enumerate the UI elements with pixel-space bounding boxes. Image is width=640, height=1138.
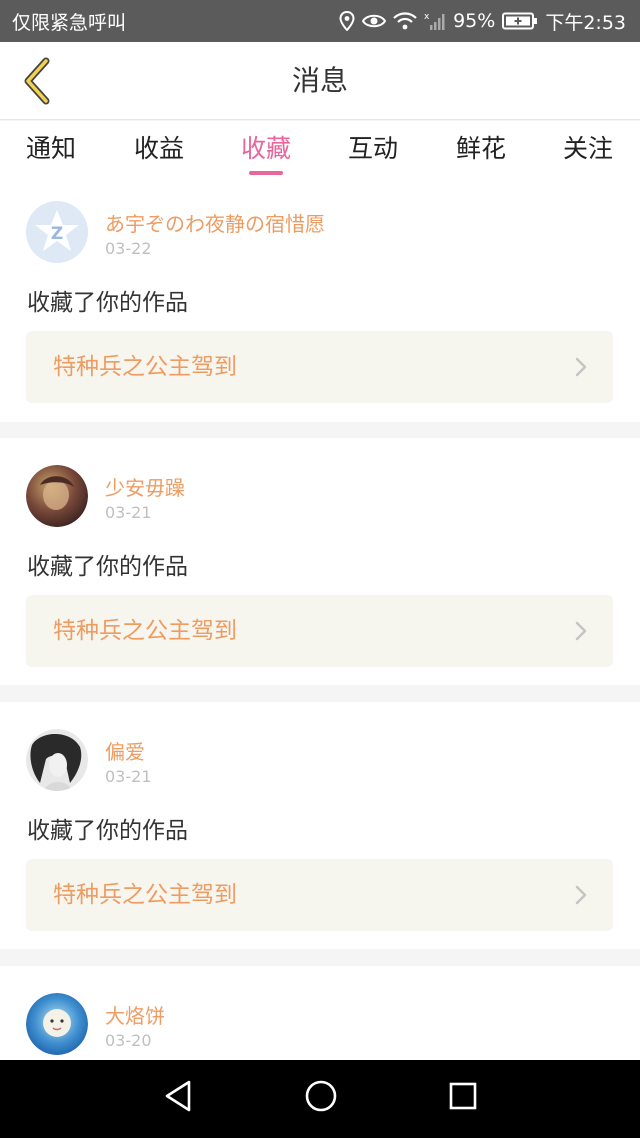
chevron-right-icon <box>575 357 587 377</box>
svg-text:x: x <box>424 12 430 22</box>
tab-label: 收益 <box>133 134 184 163</box>
work-link[interactable]: 特种兵之公主驾到 <box>26 595 613 667</box>
username[interactable]: 大烙饼 <box>105 1000 165 1029</box>
action-text: 收藏了你的作品 <box>27 290 188 316</box>
default-avatar-icon: Z <box>26 201 88 263</box>
tab-label: 收藏 <box>240 134 291 163</box>
work-title: 特种兵之公主驾到 <box>53 618 237 644</box>
clock: 下午2:53 <box>545 11 626 34</box>
tab-label: 通知 <box>25 134 76 163</box>
tab-bar: 通知 收益 收藏 互动 鲜花 关注 <box>0 121 640 182</box>
tab-notifications[interactable]: 通知 <box>1 121 101 182</box>
active-tab-indicator <box>249 171 283 175</box>
avatar[interactable] <box>26 729 88 791</box>
tab-label: 关注 <box>562 134 613 163</box>
username[interactable]: 偏爱 <box>105 736 145 765</box>
tab-flowers[interactable]: 鲜花 <box>431 121 531 182</box>
recents-square-icon[interactable] <box>448 1079 478 1113</box>
username[interactable]: 少安毋躁 <box>105 472 185 501</box>
list-item: 大烙饼 03-20 <box>0 966 640 1060</box>
location-icon <box>339 11 355 31</box>
work-link[interactable]: 特种兵之公主驾到 <box>26 859 613 931</box>
user-photo <box>26 465 88 527</box>
status-bar: 仅限紧急呼叫 x 95% 下午2:53 <box>0 0 640 42</box>
tab-label: 互动 <box>347 134 398 163</box>
chevron-right-icon <box>575 621 587 641</box>
battery-icon <box>502 12 538 30</box>
action-text: 收藏了你的作品 <box>27 818 188 844</box>
date: 03-21 <box>105 503 152 522</box>
carrier-text: 仅限紧急呼叫 <box>12 11 127 34</box>
tab-earnings[interactable]: 收益 <box>109 121 209 182</box>
battery-percent: 95% <box>453 10 496 32</box>
title-bar: 消息 <box>0 42 640 120</box>
eye-icon <box>362 14 387 28</box>
username[interactable]: あ宇ぞのわ夜静の宿惜愿 <box>105 208 325 237</box>
system-nav-bar <box>0 1060 640 1138</box>
home-circle-icon[interactable] <box>304 1079 338 1113</box>
signal-icon: x <box>424 12 445 30</box>
svg-text:Z: Z <box>51 224 63 244</box>
list-item: Z あ宇ぞのわ夜静の宿惜愿 03-22 收藏了你的作品 特种兵之公主驾到 <box>0 182 640 422</box>
work-title: 特种兵之公主驾到 <box>53 354 237 380</box>
list-item: 偏爱 03-21 收藏了你的作品 特种兵之公主驾到 <box>0 702 640 949</box>
date: 03-21 <box>105 767 152 786</box>
tab-label: 鲜花 <box>455 134 506 163</box>
back-triangle-icon[interactable] <box>163 1079 193 1113</box>
tab-following[interactable]: 关注 <box>538 121 638 182</box>
work-link[interactable]: 特种兵之公主驾到 <box>26 331 613 403</box>
list-item: 少安毋躁 03-21 收藏了你的作品 特种兵之公主驾到 <box>0 438 640 685</box>
status-icons: x 95% 下午2:53 <box>339 8 626 35</box>
action-text: 收藏了你的作品 <box>27 554 188 580</box>
date: 03-20 <box>105 1031 152 1050</box>
avatar[interactable]: Z <box>26 201 88 263</box>
tab-favorites[interactable]: 收藏 <box>216 121 316 182</box>
user-photo <box>26 729 88 791</box>
avatar[interactable] <box>26 993 88 1055</box>
chevron-right-icon <box>575 885 587 905</box>
page-title: 消息 <box>291 64 348 97</box>
wifi-icon <box>393 12 417 30</box>
tab-interactions[interactable]: 互动 <box>323 121 423 182</box>
work-title: 特种兵之公主驾到 <box>53 882 237 908</box>
user-photo <box>26 993 88 1055</box>
avatar[interactable] <box>26 465 88 527</box>
date: 03-22 <box>105 239 152 258</box>
